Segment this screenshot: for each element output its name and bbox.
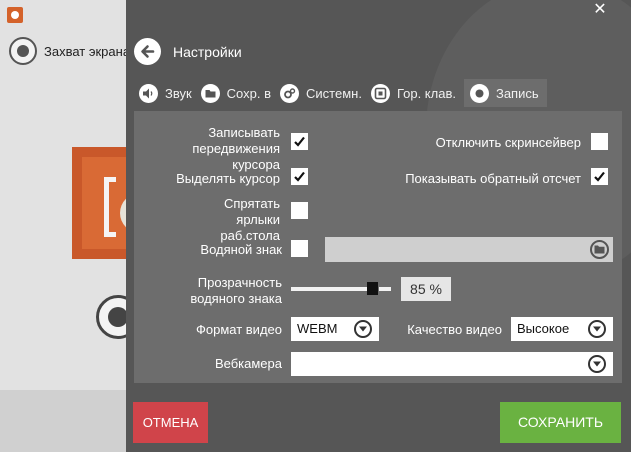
- slider-track: [291, 287, 373, 291]
- checkmark-icon: [294, 171, 305, 182]
- back-button[interactable]: [134, 38, 161, 65]
- tab-label: Сохр. в: [226, 85, 272, 101]
- record-icon: [9, 37, 37, 65]
- tab-label: Запись: [495, 85, 539, 101]
- tab-label: Гор. клав.: [396, 85, 456, 101]
- background-footer: [0, 390, 126, 452]
- close-button[interactable]: ✕: [593, 1, 607, 18]
- highlight-cursor-label: Выделять курсор: [176, 171, 280, 186]
- page-title: Настройки: [173, 43, 242, 60]
- recording-settings-panel: Записывать передвижения курсора Отключит…: [134, 111, 622, 383]
- record-cursor-label: Записывать передвижения курсора: [192, 125, 280, 172]
- video-quality-label: Качество видео: [407, 322, 502, 337]
- disable-screensaver-label: Отключить скринсейвер: [435, 135, 581, 150]
- tab-recording[interactable]: Запись: [463, 79, 547, 107]
- checkmark-icon: [594, 171, 605, 182]
- tab-label: Звук: [165, 85, 192, 101]
- watermark-opacity-slider[interactable]: [291, 282, 391, 296]
- folder-icon: [594, 245, 605, 254]
- settings-header: Настройки: [134, 38, 242, 65]
- settings-tabs: Звук Сохр. в Системн. Гор. клав. Запись: [138, 79, 547, 107]
- hotkey-icon: [370, 83, 390, 103]
- gears-icon: [280, 83, 300, 103]
- cancel-button[interactable]: ОТМЕНА: [133, 402, 208, 443]
- video-quality-value: Высокое: [517, 321, 570, 336]
- watermark-label: Водяной знак: [200, 242, 282, 257]
- hide-desktop-icons-label: Спрятать ярлыки раб.стола: [220, 196, 280, 243]
- arrow-left-icon: [141, 45, 155, 58]
- tab-sound[interactable]: Звук: [138, 79, 200, 107]
- opacity-value: 85 %: [401, 277, 451, 301]
- screen-capture-item[interactable]: Захват экрана: [9, 37, 130, 65]
- webcam-select[interactable]: [291, 352, 613, 376]
- tab-save-to[interactable]: Сохр. в: [200, 79, 279, 107]
- tab-label: Системн.: [306, 85, 362, 101]
- settings-overlay: ✕ Настройки Звук Сохр. в Системн. Гор. к…: [126, 0, 631, 452]
- webcam-label: Вебкамера: [214, 356, 282, 371]
- video-quality-select[interactable]: Высокое: [511, 317, 613, 341]
- screen-capture-label: Захват экрана: [44, 43, 131, 59]
- tab-hotkeys[interactable]: Гор. клав.: [370, 79, 464, 107]
- save-button[interactable]: СОХРАНИТЬ: [500, 402, 621, 443]
- video-format-value: WEBM: [297, 321, 338, 336]
- chevron-down-icon: [588, 320, 606, 338]
- chevron-down-icon: [354, 320, 372, 338]
- watermark-checkbox[interactable]: [291, 240, 308, 257]
- close-icon: ✕: [593, 1, 607, 18]
- tab-system[interactable]: Системн.: [279, 79, 370, 107]
- checkmark-icon: [294, 136, 305, 147]
- slider-track: [379, 287, 391, 291]
- speaker-icon: [139, 83, 158, 103]
- watermark-file-field[interactable]: [325, 237, 613, 262]
- watermark-opacity-label: Прозрачность водяного знака: [190, 275, 282, 306]
- record-cursor-checkbox[interactable]: [291, 133, 308, 150]
- chevron-down-icon: [588, 355, 606, 373]
- browse-folder-button[interactable]: [590, 240, 609, 259]
- record-icon: [469, 83, 489, 103]
- hide-desktop-icons-checkbox[interactable]: [291, 202, 308, 219]
- show-countdown-checkbox[interactable]: [591, 168, 608, 185]
- highlight-cursor-checkbox[interactable]: [291, 168, 308, 185]
- app-logo-icon: [7, 7, 23, 23]
- folder-icon: [200, 83, 220, 103]
- video-format-select[interactable]: WEBM: [291, 317, 379, 341]
- video-format-label: Формат видео: [195, 322, 282, 337]
- show-countdown-label: Показывать обратный отсчет: [405, 171, 581, 186]
- slider-thumb[interactable]: [367, 282, 378, 295]
- disable-screensaver-checkbox[interactable]: [591, 133, 608, 150]
